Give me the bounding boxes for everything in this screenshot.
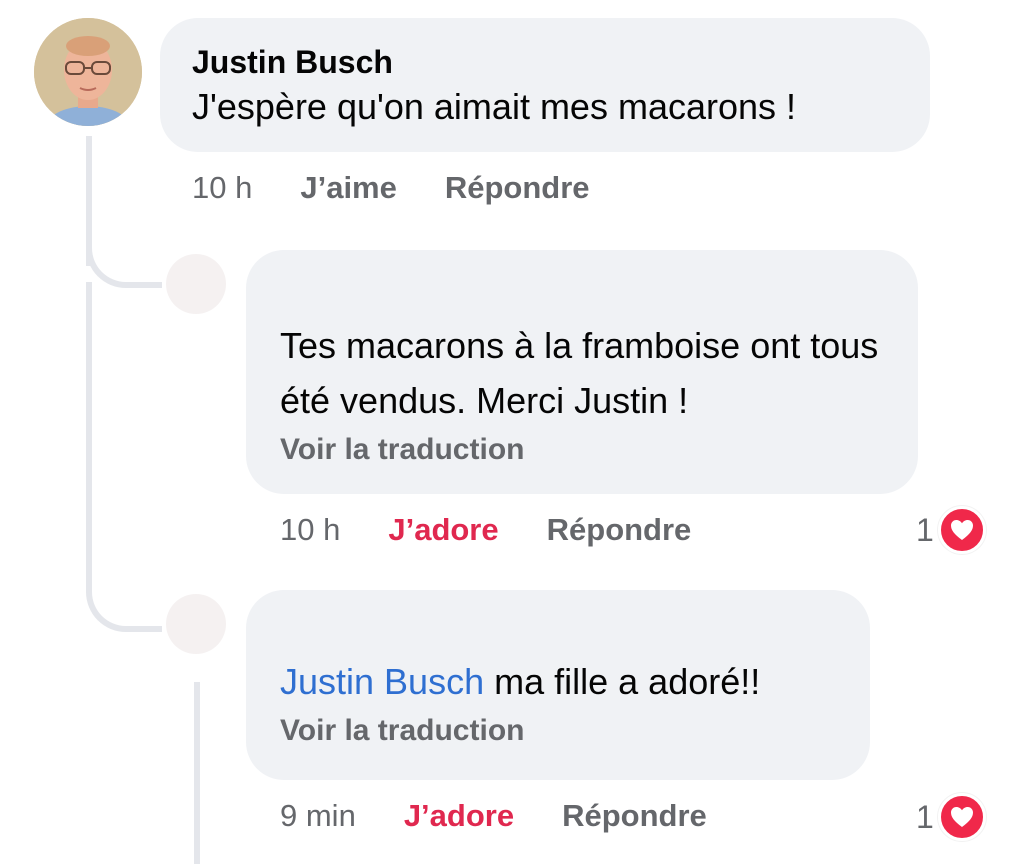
heart-icon (937, 793, 986, 841)
thread-line-reply-2 (194, 682, 200, 864)
reply-author[interactable] (280, 606, 836, 646)
reply-bubble[interactable]: Justin Busch ma fille a adoré!! Voir la … (246, 590, 870, 780)
thread-line-main-lower (86, 282, 92, 572)
reply-actions: 10 h J’adore Répondre (280, 510, 691, 550)
comment-actions: 10 h J’aime Répondre (192, 168, 590, 208)
reply-button[interactable]: Répondre (547, 512, 692, 548)
reply-button[interactable]: Répondre (562, 798, 707, 834)
thread-line-connector-2 (86, 560, 162, 632)
reply-author[interactable] (280, 270, 884, 310)
love-button[interactable]: J’adore (404, 798, 514, 834)
reply-avatar[interactable] (166, 594, 226, 654)
reply-text-body: ma fille a adoré!! (484, 661, 761, 702)
like-button[interactable]: J’aime (300, 170, 397, 206)
reply-time: 9 min (280, 798, 356, 833)
avatar-person-icon (34, 18, 142, 126)
comment-author[interactable]: Justin Busch (192, 42, 898, 82)
comment-text: J'espère qu'on aimait mes macarons ! (192, 86, 797, 127)
reply-actions: 9 min J’adore Répondre (280, 796, 707, 836)
reply-text: Justin Busch ma fille a adoré!! (280, 654, 836, 709)
reaction-count: 1 (916, 511, 934, 548)
heart-icon (937, 506, 986, 554)
thread-line-connector-1 (86, 236, 162, 288)
reply-button[interactable]: Répondre (445, 170, 590, 206)
reply-time: 10 h (280, 512, 341, 547)
mention-link[interactable]: Justin Busch (280, 661, 484, 702)
reply-bubble[interactable]: Tes macarons à la framboise ont tous été… (246, 250, 918, 494)
avatar[interactable] (34, 18, 142, 126)
love-button[interactable]: J’adore (388, 512, 498, 548)
reaction-count: 1 (916, 798, 934, 835)
reaction-summary[interactable]: 1 (916, 793, 986, 841)
reply-avatar[interactable] (166, 254, 226, 314)
reaction-summary[interactable]: 1 (916, 506, 986, 554)
see-translation-link[interactable]: Voir la traduction (280, 430, 884, 470)
see-translation-link[interactable]: Voir la traduction (280, 711, 836, 751)
reply-text: Tes macarons à la framboise ont tous été… (280, 325, 879, 421)
comment-bubble[interactable]: Justin Busch J'espère qu'on aimait mes m… (160, 18, 930, 152)
comment-time: 10 h (192, 170, 253, 205)
